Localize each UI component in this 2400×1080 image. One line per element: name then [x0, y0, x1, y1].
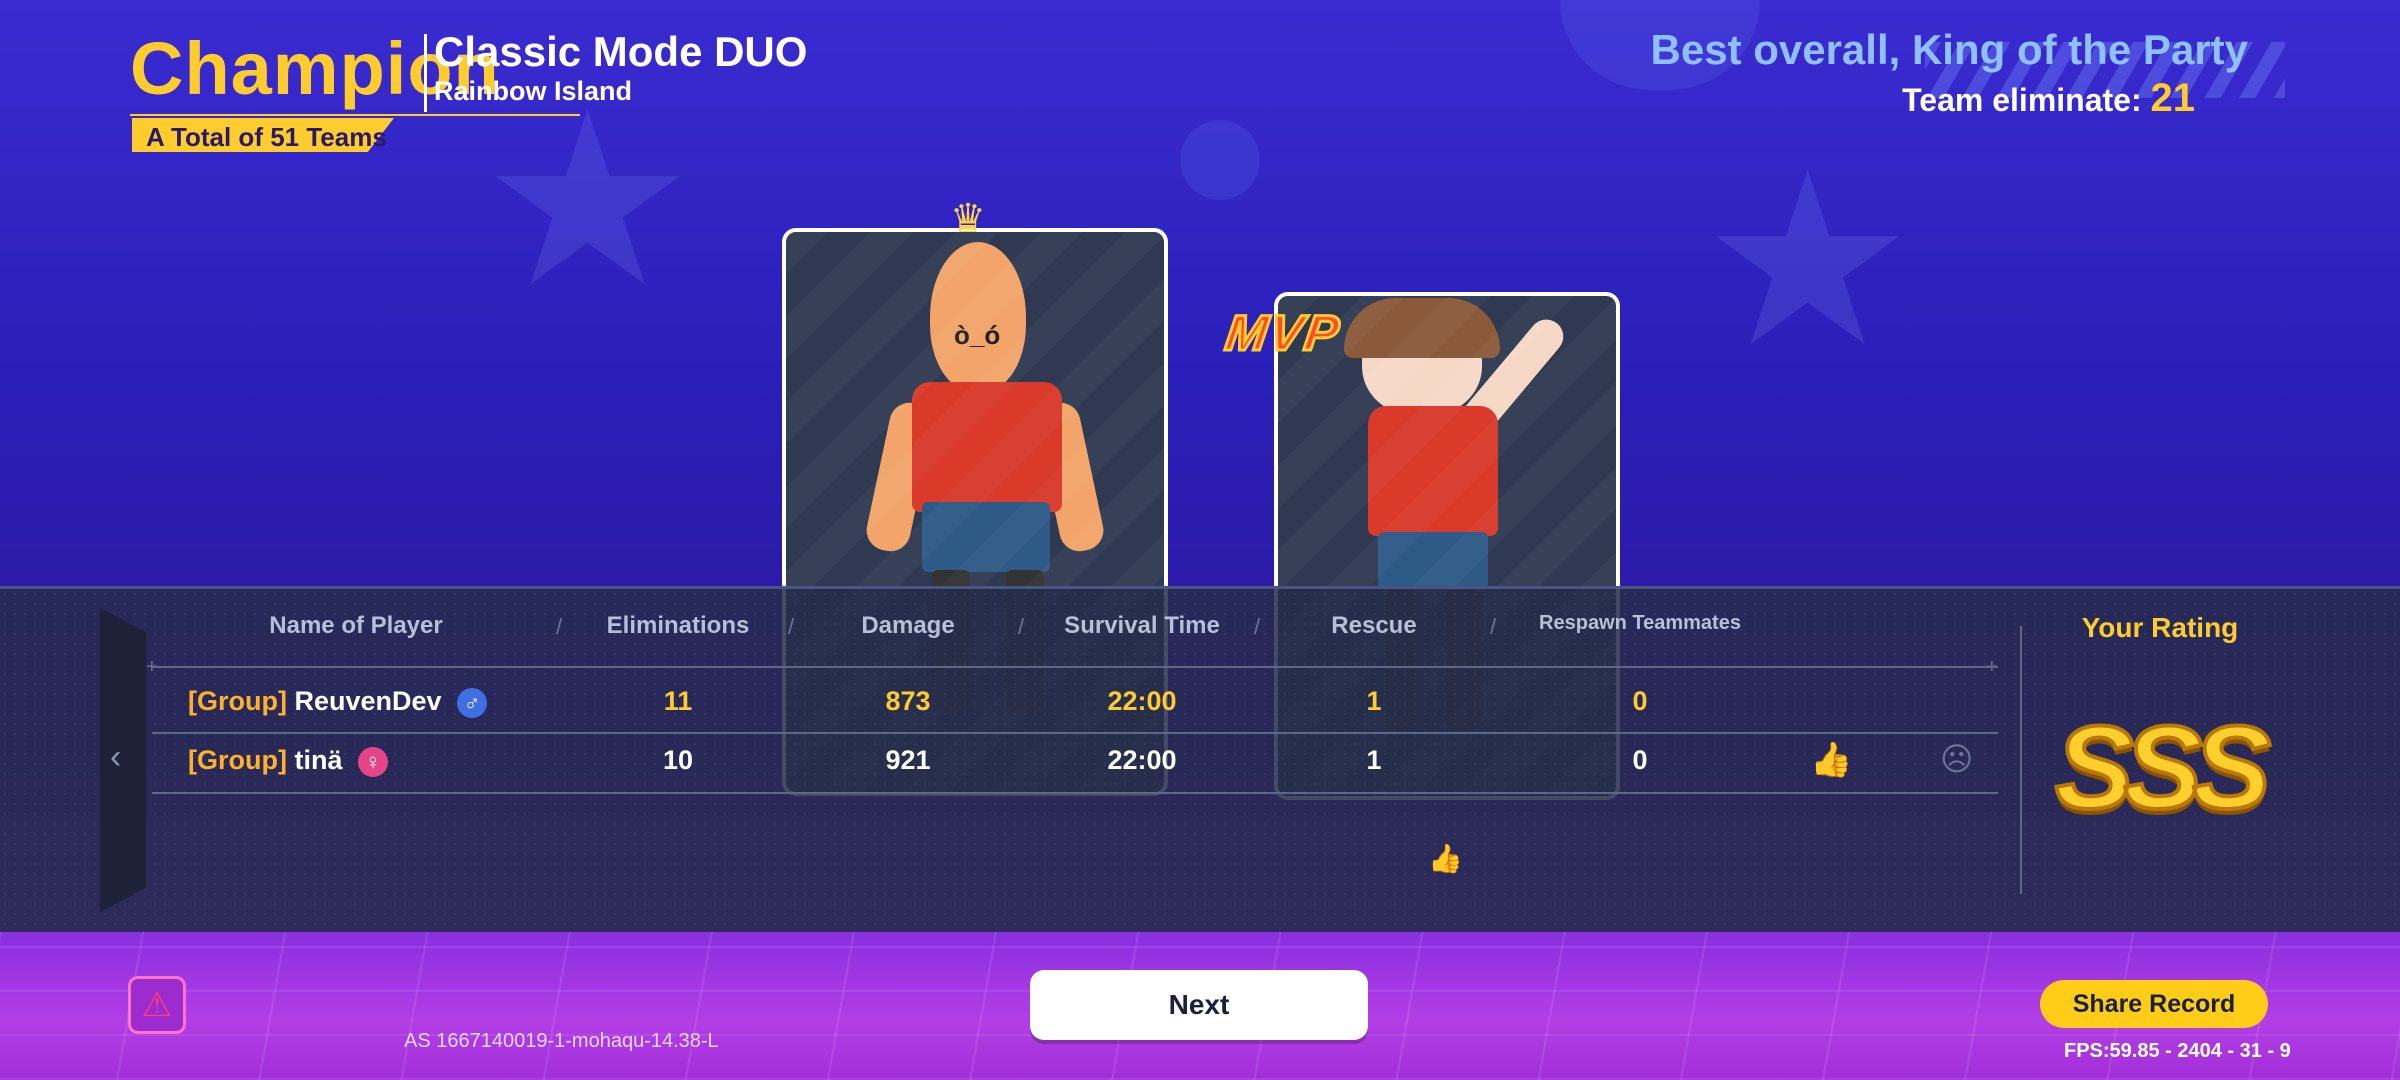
col-rescue: Rescue	[1331, 612, 1417, 639]
share-record-button[interactable]: Share Record	[2040, 980, 2268, 1028]
award-title: Best overall, King of the Party	[1650, 26, 2248, 73]
character-hair	[1344, 298, 1500, 358]
bg-star-deco: ★	[1700, 126, 1916, 394]
eliminations-cell: 11	[663, 686, 693, 716]
rating-label: Your Rating	[2081, 612, 2239, 643]
character-face: ò_ó	[954, 320, 1001, 350]
character-arm	[862, 399, 938, 555]
rescue-cell: 1	[1366, 686, 1382, 716]
player-name: tinä	[294, 745, 343, 775]
map-name: Rainbow Island	[434, 76, 633, 106]
award-header: Best overall, King of the Party Team eli…	[1651, 26, 2400, 120]
fps-counter: FPS:59.85 - 2404 - 31 - 9	[2064, 1040, 2291, 1062]
team-eliminate-label: Team eliminate:	[1902, 82, 2142, 118]
team-eliminate-value: 21	[2150, 76, 2196, 120]
respawn-cell: 0	[1632, 745, 1648, 775]
character-arm	[1447, 312, 1571, 450]
table-divider	[152, 666, 1998, 668]
player-name: ReuvenDev	[294, 686, 442, 716]
col-separator: /	[556, 614, 563, 639]
crown-icon: ♛	[950, 197, 986, 241]
teams-total: A Total of 51 Teams	[146, 122, 387, 152]
report-icon[interactable]: ☹	[1940, 740, 1973, 778]
col-separator: /	[1490, 614, 1497, 639]
table-divider	[152, 732, 1998, 734]
damage-cell: 921	[885, 745, 931, 775]
damage-cell: 873	[885, 686, 931, 716]
bg-circle-deco	[1180, 120, 1260, 200]
survival-cell: 22:00	[1107, 686, 1177, 716]
chevron-left-icon[interactable]: ‹	[110, 738, 121, 777]
warning-icon: ⚠	[141, 986, 173, 1024]
character-shirt	[1368, 406, 1498, 536]
col-eliminations: Eliminations	[606, 612, 750, 639]
team-eliminate: Team eliminate: 21	[1902, 76, 2195, 121]
bg-star-deco: ★	[480, 66, 696, 334]
col-separator: /	[1254, 614, 1261, 639]
table-divider	[152, 792, 1998, 794]
col-respawn: Respawn Teammates	[1539, 612, 1741, 634]
player-name-cell: [Group] ReuvenDev ♂	[188, 686, 488, 718]
character-head	[930, 242, 1026, 392]
character-shirt	[912, 382, 1062, 512]
group-tag: [Group]	[188, 686, 287, 716]
character-shorts	[1378, 532, 1488, 592]
build-info: AS 1667140019-1-mohaqu-14.38-L	[404, 1030, 719, 1052]
eliminations-cell: 10	[662, 745, 694, 775]
character-shorts	[922, 502, 1050, 572]
col-damage: Damage	[861, 612, 955, 639]
male-gender-icon: ♂	[457, 687, 488, 718]
report-warning-button[interactable]: ⚠	[128, 976, 186, 1034]
mvp-badge: MVP	[1221, 304, 1346, 363]
title-divider	[424, 34, 427, 112]
rating-divider	[2020, 626, 2022, 894]
thumbs-up-icon[interactable]: 👍	[1810, 740, 1852, 780]
like-hint-icon: 👍	[1428, 843, 1463, 874]
survival-cell: 22:00	[1107, 745, 1177, 775]
col-name: Name of Player	[269, 612, 443, 639]
next-button[interactable]: Next	[1030, 970, 1368, 1040]
rating-grade: SSS	[2053, 700, 2273, 836]
character-head	[1362, 306, 1482, 416]
character-arm	[1032, 399, 1108, 555]
female-gender-icon: ♀	[358, 746, 389, 777]
player-name-cell: [Group] tinä ♀	[188, 745, 389, 777]
rescue-cell: 1	[1366, 745, 1382, 775]
mode-title: Classic Mode DUO	[434, 28, 808, 75]
col-survival: Survival Time	[1064, 612, 1220, 639]
group-tag: [Group]	[188, 745, 287, 775]
col-separator: /	[1018, 614, 1025, 639]
respawn-cell: 0	[1632, 686, 1648, 716]
header-underline	[130, 114, 580, 116]
side-collapse-tab[interactable]	[100, 608, 146, 912]
col-separator: /	[788, 614, 795, 639]
